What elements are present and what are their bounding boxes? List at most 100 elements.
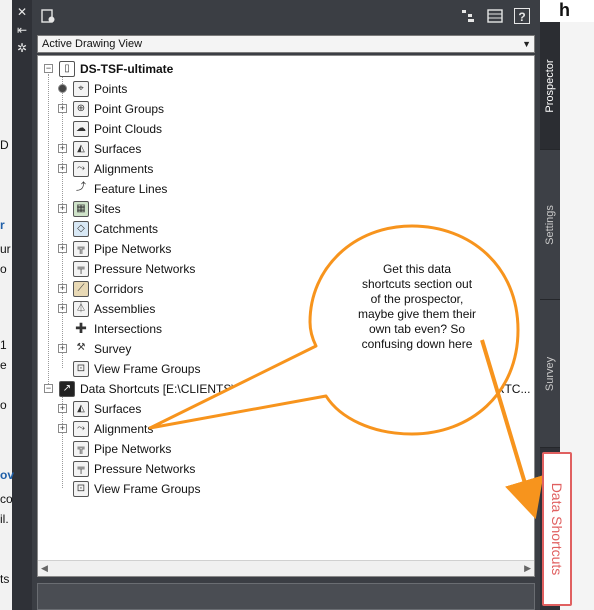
expand-icon[interactable]: + [58,204,67,214]
tree-item-point-groups[interactable]: + ⊕ Point Groups [58,98,164,118]
tree-item-label: Point Groups [94,101,165,116]
tree-item-label: Alignments [94,161,154,176]
expand-icon[interactable]: + [58,344,67,354]
expand-icon[interactable]: + [58,404,67,414]
shortcut-item-pressure-networks[interactable]: ╤ Pressure Networks [58,458,195,478]
proposed-tab-label: Data Shortcuts [549,482,565,576]
background-fragment: r [0,218,5,232]
tree-item-alignments[interactable]: + ⤳ Alignments [58,158,153,178]
palette-titlebar: ✕ ⇤ ✲ [12,0,32,610]
tab-settings-label: Settings [544,204,556,245]
scroll-left-icon[interactable]: ◀ [41,563,48,574]
tree-item-label: View Frame Groups [94,481,201,496]
background-fragment: ts [0,572,10,586]
tree-item-catchments[interactable]: ◇ Catchments [58,218,158,238]
tree-item-intersections[interactable]: ✚ Intersections [58,318,162,338]
tab-survey-label: Survey [544,356,556,391]
tree-item-label: Point Clouds [94,121,163,136]
palette-toolbar: ? [32,0,540,32]
tree-item-survey[interactable]: + ⚒ Survey [58,338,131,358]
points-icon: ⌖ [73,80,89,97]
surfaces-icon: ◭ [73,140,89,157]
data-shortcuts-icon: ↗ [59,380,75,397]
tree-item-label: Feature Lines [94,181,168,196]
corridors-icon: ⟋ [73,280,89,297]
tree-item-label: Corridors [94,281,144,296]
tree-item-view-frame-groups[interactable]: ⊡ View Frame Groups [58,358,200,378]
tree-item-label: Survey [94,341,132,356]
background-fragment: D [0,138,9,152]
point-clouds-icon: ☁ [73,120,89,137]
item-view-panel [37,583,535,610]
tree-root-data-shortcuts[interactable]: − ↗ Data Shortcuts [E:\CLIENTS\ [44,378,235,398]
tree-item-label: View Frame Groups [94,361,201,376]
item-view-icon[interactable] [460,8,476,24]
pin-icon[interactable]: ⇤ [12,20,32,40]
background-fragment: e [0,358,7,372]
expand-icon[interactable]: + [58,144,67,154]
tree-item-pressure-networks[interactable]: ╤ Pressure Networks [58,258,195,278]
scroll-right-icon[interactable]: ▶ [524,563,531,574]
prospector-options-icon[interactable] [40,8,56,24]
expand-icon[interactable]: + [58,304,67,314]
data-shortcuts-label: Data Shortcuts [E:\CLIENTS\ [80,381,235,396]
background-fragment: o [0,398,7,412]
background-fragment: il. [0,512,9,526]
tree-root-drawing[interactable]: − ▯ DS-TSF-ultimate [44,58,173,78]
shortcut-alignments-icon: ⤳ [73,420,89,437]
shortcut-surfaces-icon: ◭ [73,400,89,417]
properties-icon[interactable]: ✲ [12,38,32,58]
tab-prospector-label: Prospector [544,58,556,113]
shortcut-item-view-frame-groups[interactable]: ⊡ View Frame Groups [58,478,200,498]
intersections-icon: ✚ [75,319,87,336]
collapse-icon[interactable]: − [44,384,53,394]
expand-icon[interactable]: + [58,424,67,434]
chevron-down-icon[interactable]: ▼ [522,36,531,52]
collapse-icon[interactable]: − [44,64,53,74]
tree-item-label: Surfaces [94,141,142,156]
expand-icon[interactable]: + [58,104,67,114]
tree-item-sites[interactable]: + ▦ Sites [58,198,121,218]
tree-item-label: Catchments [94,221,159,236]
feature-lines-icon: ⤴ [76,181,86,193]
tree-root-label: DS-TSF-ultimate [80,61,174,76]
help-icon[interactable]: ? [514,8,530,24]
expand-icon[interactable]: + [58,164,67,174]
tree-item-label: Alignments [94,421,154,436]
drawing-icon: ▯ [59,60,75,77]
expand-icon[interactable]: + [58,244,67,254]
pressure-networks-icon: ╤ [73,260,89,277]
expand-icon[interactable]: + [58,284,67,294]
background-fragment: o [0,262,7,276]
background-fragment-top-right: h [556,0,594,22]
background-fragment: co [0,492,13,506]
tree-item-point-clouds[interactable]: ☁ Point Clouds [58,118,162,138]
alignments-icon: ⤳ [73,160,89,177]
tree-item-corridors[interactable]: + ⟋ Corridors [58,278,143,298]
close-icon[interactable]: ✕ [12,2,32,22]
tab-survey[interactable]: Survey [540,300,560,448]
expand-icon[interactable] [58,84,67,94]
tree-item-label: Pipe Networks [94,441,172,456]
shortcut-item-pipe-networks[interactable]: ╦ Pipe Networks [58,438,171,458]
tab-prospector[interactable]: Prospector [540,22,560,150]
shortcut-pipe-networks-icon: ╦ [73,440,89,457]
list-view-icon[interactable] [487,8,503,24]
tree-item-pipe-networks[interactable]: + ╦ Pipe Networks [58,238,171,258]
view-select[interactable]: Active Drawing View ▼ [37,35,535,53]
tree-item-feature-lines[interactable]: ⤴ Feature Lines [58,178,167,198]
tree-item-points[interactable]: ⌖ Points [58,78,127,98]
tree-item-surfaces[interactable]: + ◭ Surfaces [58,138,141,158]
shortcut-item-alignments[interactable]: + ⤳ Alignments [58,418,153,438]
tree-item-assemblies[interactable]: + ⏃ Assemblies [58,298,155,318]
tab-settings[interactable]: Settings [540,150,560,300]
shortcut-item-surfaces[interactable]: + ◭ Surfaces [58,398,141,418]
sites-icon: ▦ [73,200,89,217]
horizontal-scrollbar[interactable]: ◀ ▶ [38,560,534,576]
